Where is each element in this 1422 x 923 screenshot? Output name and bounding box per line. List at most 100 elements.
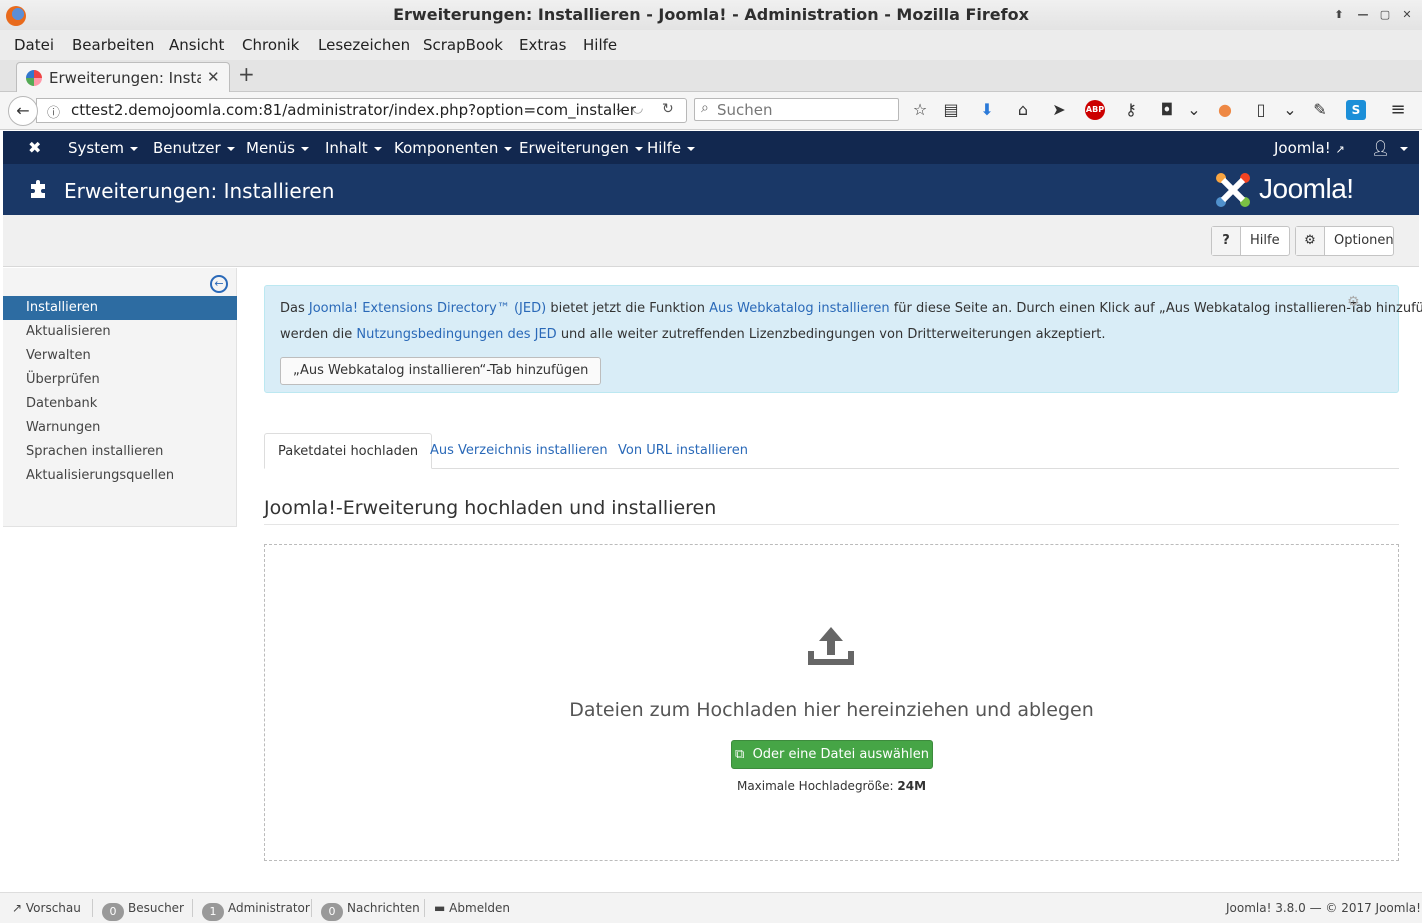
search-icon: ⌕ bbox=[701, 100, 709, 116]
messages-status[interactable]: 0 Nachrichten bbox=[321, 901, 420, 921]
visitors-count-badge: 0 bbox=[102, 903, 124, 921]
sidebar-item-datenbank[interactable]: Datenbank bbox=[3, 392, 237, 416]
max-upload-size: Maximale Hochladegröße: 24M bbox=[265, 779, 1398, 793]
menu-lesezeichen[interactable]: Lesezeichen bbox=[318, 36, 410, 54]
menu-extras[interactable]: Extras bbox=[519, 36, 566, 54]
chevron-down-icon[interactable]: ⌄ bbox=[1280, 100, 1300, 120]
nav-komponenten[interactable]: Komponenten bbox=[394, 139, 513, 157]
gear-icon[interactable]: ⚙ bbox=[1347, 294, 1360, 310]
user-menu[interactable]: 👤︎ bbox=[1371, 139, 1409, 157]
menu-scrapbook[interactable]: ScrapBook bbox=[423, 36, 503, 54]
jed-link[interactable]: Joomla! Extensions Directory™ (JED) bbox=[309, 301, 546, 316]
minimize-icon[interactable]: — bbox=[1354, 7, 1372, 23]
tab-verzeichnis[interactable]: Aus Verzeichnis installieren bbox=[417, 433, 621, 469]
visitors-label: Besucher bbox=[128, 901, 184, 915]
alert-text: werden die bbox=[280, 327, 357, 342]
clipboard-icon[interactable]: ▯ bbox=[1251, 100, 1271, 120]
adblock-icon[interactable]: ABP bbox=[1085, 100, 1105, 120]
webcatalog-link[interactable]: Aus Webkatalog installieren bbox=[709, 301, 889, 316]
external-link-icon: ↗ bbox=[1335, 143, 1345, 156]
caret-down-icon bbox=[504, 146, 513, 151]
sidebar-item-ueberpruefen[interactable]: Überprüfen bbox=[3, 368, 237, 392]
admin-status[interactable]: 1 Administrator bbox=[202, 901, 310, 921]
address-bar[interactable]: ⓘ cttest2.demojoomla.com:81/administrato… bbox=[36, 98, 687, 123]
choose-file-label: Oder eine Datei auswählen bbox=[752, 747, 929, 762]
logout-link[interactable]: ▬ Abmelden bbox=[434, 901, 510, 915]
star-icon[interactable]: ☆ bbox=[910, 100, 930, 120]
nav-erweiterungen[interactable]: Erweiterungen bbox=[519, 139, 643, 157]
sidebar-item-sprachen[interactable]: Sprachen installieren bbox=[3, 440, 237, 464]
install-tabs: Paketdatei hochladen Aus Verzeichnis ins… bbox=[264, 433, 1399, 469]
upload-dropzone[interactable]: Dateien zum Hochladen hier hereinziehen … bbox=[264, 544, 1399, 861]
admin-label: Administrator bbox=[228, 901, 310, 915]
preview-link[interactable]: ↗ Vorschau bbox=[12, 901, 81, 915]
options-button[interactable]: ⚙ Optionen bbox=[1295, 226, 1394, 256]
collapse-sidebar-icon[interactable]: ← bbox=[210, 275, 228, 293]
tab-close-icon[interactable]: ✕ bbox=[207, 68, 220, 86]
nav-menus[interactable]: Menüs bbox=[246, 139, 309, 157]
maximize-icon[interactable]: ▢ bbox=[1376, 7, 1394, 23]
sidebar-item-aktualisierungsquellen[interactable]: Aktualisierungsquellen bbox=[3, 464, 237, 488]
hamburger-menu-icon[interactable]: ≡ bbox=[1388, 100, 1408, 120]
menu-bearbeiten[interactable]: Bearbeiten bbox=[72, 36, 154, 54]
user-icon: 👤︎ bbox=[1371, 139, 1391, 157]
caret-down-icon bbox=[1400, 146, 1409, 151]
page-toolbar: ? Hilfe ⚙ Optionen bbox=[3, 215, 1419, 267]
reload-icon[interactable]: ↻ bbox=[662, 101, 674, 117]
alert-text: Das bbox=[280, 301, 309, 316]
visitors-status[interactable]: 0 Besucher bbox=[102, 901, 184, 921]
menu-chronik[interactable]: Chronik bbox=[242, 36, 299, 54]
search-placeholder: Suchen bbox=[717, 101, 773, 119]
menu-ansicht[interactable]: Ansicht bbox=[169, 36, 224, 54]
messages-count-badge: 0 bbox=[321, 903, 343, 921]
window-title: Erweiterungen: Installieren - Joomla! - … bbox=[393, 5, 1029, 24]
home-icon[interactable]: ⌂ bbox=[1013, 100, 1033, 120]
arrow-left-icon: ← bbox=[16, 101, 30, 120]
site-link[interactable]: Joomla! ↗ bbox=[1274, 139, 1345, 157]
add-webcatalog-tab-button[interactable]: „Aus Webkatalog installieren“-Tab hinzuf… bbox=[280, 357, 602, 385]
info-icon[interactable]: ⓘ bbox=[47, 102, 60, 121]
colorful-addon-icon[interactable]: ● bbox=[1215, 100, 1235, 120]
tab-url[interactable]: Von URL installieren bbox=[605, 433, 761, 469]
back-button[interactable]: ← bbox=[8, 96, 38, 126]
chevron-down-icon[interactable]: ⌄ bbox=[1184, 100, 1204, 120]
menu-hilfe[interactable]: Hilfe bbox=[583, 36, 617, 54]
nav-erweiterungen-label: Erweiterungen bbox=[519, 139, 629, 157]
nav-benutzer[interactable]: Benutzer bbox=[153, 139, 235, 157]
close-window-icon[interactable]: ✕ bbox=[1398, 7, 1416, 23]
menu-datei[interactable]: Datei bbox=[14, 36, 54, 54]
tab-paketdatei[interactable]: Paketdatei hochladen bbox=[264, 433, 433, 469]
firefox-logo-icon bbox=[6, 6, 26, 26]
help-button[interactable]: ? Hilfe bbox=[1211, 226, 1290, 256]
download-icon[interactable]: ⬇ bbox=[977, 100, 997, 120]
nav-inhalt[interactable]: Inhalt bbox=[325, 139, 382, 157]
joomla-logo-icon bbox=[1216, 173, 1250, 207]
page-header: Erweiterungen: Installieren Joomla! bbox=[3, 164, 1419, 215]
sidebar-item-verwalten[interactable]: Verwalten bbox=[3, 344, 237, 368]
nav-hilfe[interactable]: Hilfe bbox=[647, 139, 696, 157]
minus-icon: ▬ bbox=[434, 901, 446, 915]
url-text[interactable]: cttest2.demojoomla.com:81/administrator/… bbox=[71, 101, 636, 119]
reading-list-icon[interactable]: ▤ bbox=[941, 100, 961, 120]
send-icon[interactable]: ➤ bbox=[1049, 100, 1069, 120]
sync-icon[interactable]: ⚷ bbox=[1121, 100, 1141, 120]
browser-tab[interactable]: Erweiterungen: Installieren - Joomla! - … bbox=[16, 62, 230, 93]
joomla-brand-icon[interactable]: ✖ bbox=[28, 139, 46, 157]
url-dropdown-icon[interactable]: ⌄ bbox=[614, 101, 625, 116]
skype-icon[interactable]: S bbox=[1346, 100, 1366, 120]
new-tab-icon[interactable]: + bbox=[238, 62, 255, 86]
pocket-icon[interactable]: ◡ bbox=[632, 101, 643, 116]
sidebar-item-warnungen[interactable]: Warnungen bbox=[3, 416, 237, 440]
divider bbox=[311, 899, 312, 917]
window-up-icon[interactable]: ⬆ bbox=[1330, 7, 1348, 23]
sidebar-item-installieren[interactable]: Installieren bbox=[3, 296, 237, 320]
caret-down-icon bbox=[687, 146, 696, 151]
evernote-icon[interactable]: ✎ bbox=[1310, 100, 1330, 120]
choose-file-button[interactable]: ⧉ Oder eine Datei auswählen bbox=[731, 740, 933, 769]
page-title: Erweiterungen: Installieren bbox=[64, 179, 335, 203]
pocket-toolbar-icon[interactable]: ◘ bbox=[1157, 100, 1177, 120]
nav-system[interactable]: System bbox=[68, 139, 138, 157]
search-input[interactable]: ⌕ Suchen bbox=[694, 98, 899, 121]
terms-link[interactable]: Nutzungsbedingungen des JED bbox=[356, 327, 556, 342]
sidebar-item-aktualisieren[interactable]: Aktualisieren bbox=[3, 320, 237, 344]
